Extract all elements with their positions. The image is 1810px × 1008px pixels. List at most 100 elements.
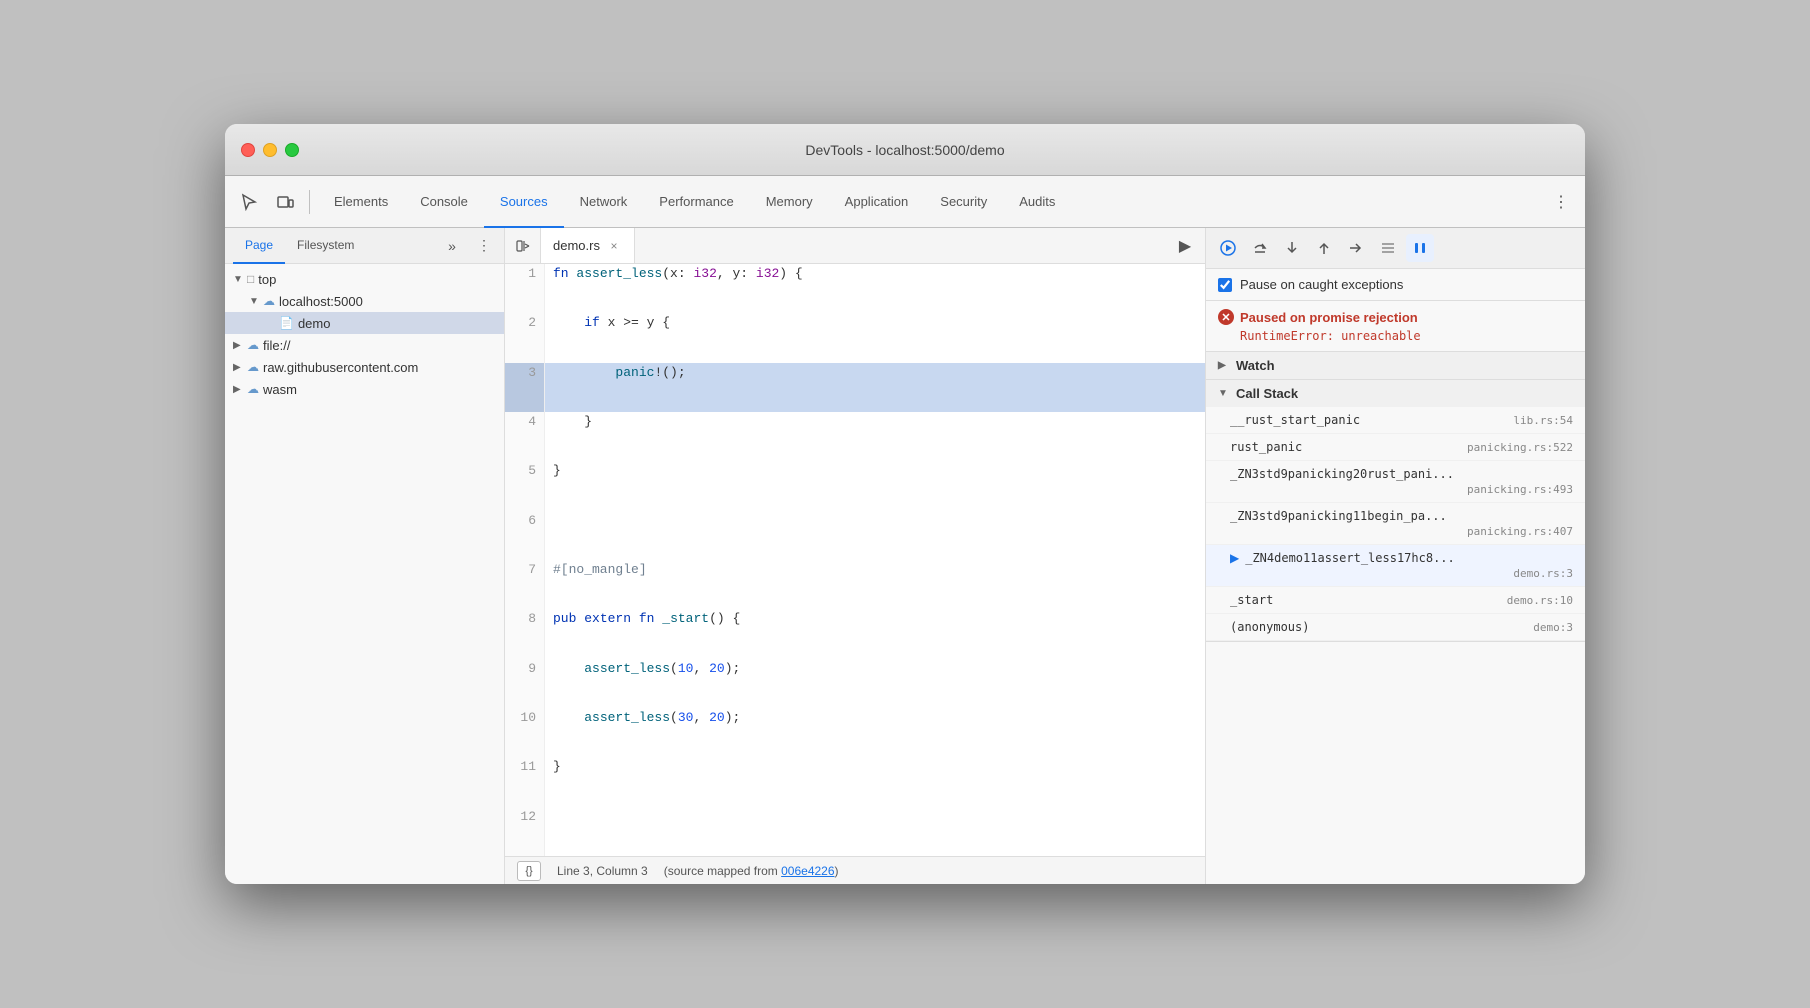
code-line-6: 6 <box>505 511 1205 560</box>
editor-area: demo.rs × ▶ 1 fn assert_less(x: i32, y: … <box>505 228 1205 884</box>
editor-file-tab-demo[interactable]: demo.rs × <box>541 228 635 263</box>
add-folder-btn[interactable]: ⋮ <box>472 234 496 258</box>
code-line-2: 2 if x >= y { <box>505 313 1205 362</box>
step-over-btn[interactable] <box>1246 234 1274 262</box>
code-line-7: 7 #[no_mangle] <box>505 560 1205 609</box>
error-section: ✕ Paused on promise rejection RuntimeErr… <box>1206 301 1585 352</box>
current-frame-arrow: ▶ <box>1230 551 1239 565</box>
code-line-1: 1 fn assert_less(x: i32, y: i32) { <box>505 264 1205 313</box>
tab-memory[interactable]: Memory <box>750 176 829 229</box>
tree-item-demo[interactable]: 📄 demo <box>225 312 504 334</box>
tree-arrow-localhost: ▼ <box>249 296 259 307</box>
source-map-link[interactable]: 006e4226 <box>781 864 834 878</box>
window-title: DevTools - localhost:5000/demo <box>805 142 1004 158</box>
exception-section: Pause on caught exceptions <box>1206 269 1585 301</box>
source-map-info: (source mapped from 006e4226) <box>664 864 839 878</box>
tree-item-file[interactable]: ▶ ☁ file:// <box>225 334 504 356</box>
callstack-item-6[interactable]: (anonymous) demo:3 <box>1206 614 1585 641</box>
editor-toolbar-right: ▶ <box>1173 228 1205 263</box>
code-editor[interactable]: 1 fn assert_less(x: i32, y: i32) { 2 if … <box>505 264 1205 856</box>
devtools-window: DevTools - localhost:5000/demo Elements … <box>225 124 1585 884</box>
raw-github-icon: ☁ <box>247 360 259 374</box>
right-panel-content: Pause on caught exceptions ✕ Paused on p… <box>1206 269 1585 884</box>
code-line-12: 12 <box>505 807 1205 856</box>
code-line-9: 9 assert_less(10, 20); <box>505 659 1205 708</box>
code-line-8: 8 pub extern fn _start() { <box>505 609 1205 658</box>
tab-console[interactable]: Console <box>404 176 484 229</box>
pause-checkbox-row: Pause on caught exceptions <box>1218 277 1573 292</box>
step-btn[interactable] <box>1342 234 1370 262</box>
tab-elements[interactable]: Elements <box>318 176 404 229</box>
tab-application[interactable]: Application <box>829 176 925 229</box>
main-toolbar: Elements Console Sources Network Perform… <box>225 176 1585 228</box>
minimize-button[interactable] <box>263 143 277 157</box>
pretty-print-btn[interactable]: {} <box>517 861 541 881</box>
callstack-item-2[interactable]: _ZN3std9panicking20rust_pani... panickin… <box>1206 461 1585 503</box>
main-content: Page Filesystem » ⋮ ▼ □ top <box>225 228 1585 884</box>
callstack-item-5[interactable]: _start demo.rs:10 <box>1206 587 1585 614</box>
close-file-tab-btn[interactable]: × <box>606 238 622 254</box>
sidebar-toggle-icon[interactable] <box>505 228 541 263</box>
more-tabs-btn[interactable]: » <box>440 234 464 258</box>
tab-audits[interactable]: Audits <box>1003 176 1071 229</box>
callstack-item-4[interactable]: ▶ _ZN4demo11assert_less17hc8... demo.rs:… <box>1206 545 1585 587</box>
editor-tab-bar: demo.rs × ▶ <box>505 228 1205 264</box>
localhost-icon: ☁ <box>263 294 275 308</box>
tree-item-wasm[interactable]: ▶ ☁ wasm <box>225 378 504 400</box>
editor-statusbar: {} Line 3, Column 3 (source mapped from … <box>505 856 1205 884</box>
close-button[interactable] <box>241 143 255 157</box>
callstack-item-1[interactable]: rust_panic panicking.rs:522 <box>1206 434 1585 461</box>
tab-bar: Elements Console Sources Network Perform… <box>318 176 1541 227</box>
callstack-section-header[interactable]: ▼ Call Stack <box>1206 380 1585 407</box>
deactivate-breakpoints-btn[interactable] <box>1374 234 1402 262</box>
panel-tab-extras: » ⋮ <box>440 228 496 263</box>
callstack-list: __rust_start_panic lib.rs:54 rust_panic … <box>1206 407 1585 641</box>
code-line-10: 10 assert_less(30, 20); <box>505 708 1205 757</box>
top-folder-icon: □ <box>247 272 254 286</box>
titlebar: DevTools - localhost:5000/demo <box>225 124 1585 176</box>
resume-btn[interactable] <box>1214 234 1242 262</box>
toolbar-divider <box>309 190 310 214</box>
error-message: RuntimeError: unreachable <box>1218 329 1573 343</box>
panel-tab-bar: Page Filesystem » ⋮ <box>225 228 504 264</box>
device-icon[interactable] <box>269 186 301 218</box>
file-icon: ☁ <box>247 338 259 352</box>
code-lines: 1 fn assert_less(x: i32, y: i32) { 2 if … <box>505 264 1205 856</box>
maximize-button[interactable] <box>285 143 299 157</box>
code-line-5: 5 } <box>505 461 1205 510</box>
tab-performance[interactable]: Performance <box>643 176 749 229</box>
callstack-item-3[interactable]: _ZN3std9panicking11begin_pa... panicking… <box>1206 503 1585 545</box>
watch-arrow-icon: ▶ <box>1218 360 1230 371</box>
panel-tab-filesystem[interactable]: Filesystem <box>285 228 366 264</box>
panel-tab-page[interactable]: Page <box>233 228 285 264</box>
step-out-btn[interactable] <box>1310 234 1338 262</box>
file-tree: ▼ □ top ▼ ☁ localhost:5000 📄 demo <box>225 264 504 884</box>
error-title: ✕ Paused on promise rejection <box>1218 309 1573 325</box>
step-into-btn[interactable] <box>1278 234 1306 262</box>
debug-toolbar <box>1206 228 1585 269</box>
file-panel: Page Filesystem » ⋮ ▼ □ top <box>225 228 505 884</box>
tab-security[interactable]: Security <box>924 176 1003 229</box>
more-tabs-icon[interactable]: ⋮ <box>1545 186 1577 218</box>
tree-item-top[interactable]: ▼ □ top <box>225 268 504 290</box>
tab-sources[interactable]: Sources <box>484 176 564 229</box>
watch-section-header[interactable]: ▶ Watch <box>1206 352 1585 379</box>
tab-network[interactable]: Network <box>564 176 644 229</box>
code-line-11: 11 } <box>505 757 1205 806</box>
callstack-item-0[interactable]: __rust_start_panic lib.rs:54 <box>1206 407 1585 434</box>
cursor-icon[interactable] <box>233 186 265 218</box>
tree-item-localhost[interactable]: ▼ ☁ localhost:5000 <box>225 290 504 312</box>
traffic-lights <box>241 143 299 157</box>
wasm-icon: ☁ <box>247 382 259 396</box>
pause-exceptions-label: Pause on caught exceptions <box>1240 277 1403 292</box>
watch-section: ▶ Watch <box>1206 352 1585 380</box>
tree-arrow-file: ▶ <box>233 340 243 351</box>
right-panel: Pause on caught exceptions ✕ Paused on p… <box>1205 228 1585 884</box>
editor-position: Line 3, Column 3 <box>557 864 648 878</box>
pause-exceptions-checkbox[interactable] <box>1218 278 1232 292</box>
pause-on-exceptions-btn[interactable] <box>1406 234 1434 262</box>
tree-arrow-wasm: ▶ <box>233 384 243 395</box>
code-line-3: 3 panic!(); <box>505 363 1205 412</box>
tree-item-raw-github[interactable]: ▶ ☁ raw.githubusercontent.com <box>225 356 504 378</box>
run-snippet-btn[interactable]: ▶ <box>1173 234 1197 258</box>
